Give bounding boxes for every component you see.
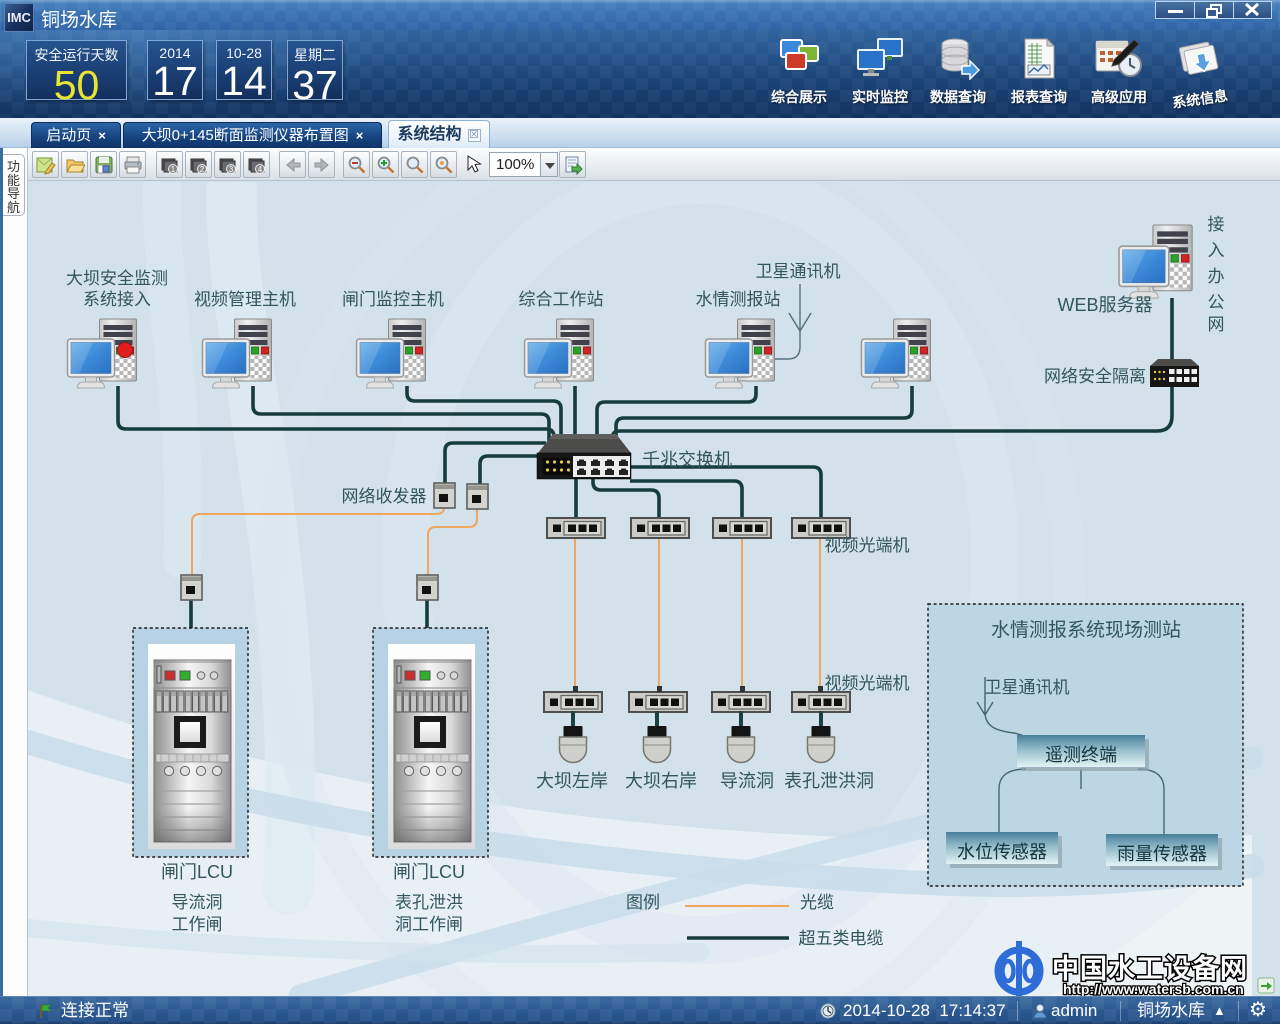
svg-text:千兆交换机: 千兆交换机 bbox=[642, 450, 732, 470]
svg-text:系统接入: 系统接入 bbox=[83, 290, 151, 309]
svg-text:工作闸: 工作闸 bbox=[172, 915, 223, 934]
svg-text:大坝右岸: 大坝右岸 bbox=[625, 771, 697, 791]
svg-text:卫星通讯机: 卫星通讯机 bbox=[985, 678, 1070, 697]
svg-text:水情测报站: 水情测报站 bbox=[696, 290, 781, 309]
svg-text:图例: 图例 bbox=[626, 893, 660, 912]
svg-text:视频光端机: 视频光端机 bbox=[825, 536, 910, 555]
svg-text:接: 接 bbox=[1208, 215, 1225, 234]
svg-text:4: 4 bbox=[258, 165, 263, 174]
svg-text:网络安全隔离: 网络安全隔离 bbox=[1044, 367, 1146, 386]
svg-text:光缆: 光缆 bbox=[800, 893, 834, 912]
svg-text:超五类电缆: 超五类电缆 bbox=[799, 929, 884, 948]
svg-text:办: 办 bbox=[1208, 267, 1225, 286]
svg-text:导流洞: 导流洞 bbox=[172, 893, 223, 912]
svg-text:网络收发器: 网络收发器 bbox=[342, 487, 427, 506]
svg-text:中国水工设备网: 中国水工设备网 bbox=[1052, 954, 1248, 984]
svg-text:水位传感器: 水位传感器 bbox=[957, 842, 1047, 862]
svg-text:表孔泄洪: 表孔泄洪 bbox=[395, 893, 463, 912]
svg-text:遥测终端: 遥测终端 bbox=[1045, 745, 1117, 765]
svg-text:大坝安全监测: 大坝安全监测 bbox=[66, 269, 168, 288]
svg-text:公: 公 bbox=[1208, 293, 1225, 312]
svg-text:闸门监控主机: 闸门监控主机 bbox=[342, 290, 444, 309]
svg-text:1: 1 bbox=[171, 165, 176, 174]
svg-text:视频管理主机: 视频管理主机 bbox=[194, 290, 296, 309]
svg-text:洞工作闸: 洞工作闸 bbox=[395, 915, 463, 934]
svg-text:http://www.watersb.com.cn: http://www.watersb.com.cn bbox=[1063, 981, 1244, 996]
svg-text:水情测报系统现场测站: 水情测报系统现场测站 bbox=[991, 619, 1181, 641]
svg-text:2: 2 bbox=[200, 165, 205, 174]
svg-text:卫星通讯机: 卫星通讯机 bbox=[756, 262, 841, 281]
svg-text:网: 网 bbox=[1208, 315, 1225, 334]
svg-text:闸门LCU: 闸门LCU bbox=[393, 862, 465, 882]
svg-text:导流洞: 导流洞 bbox=[720, 771, 774, 791]
svg-text:3: 3 bbox=[229, 165, 234, 174]
svg-text:视频光端机: 视频光端机 bbox=[825, 674, 910, 693]
svg-text:综合工作站: 综合工作站 bbox=[519, 290, 604, 309]
svg-text:表孔泄洪洞: 表孔泄洪洞 bbox=[784, 771, 874, 791]
svg-text:闸门LCU: 闸门LCU bbox=[161, 862, 233, 882]
svg-text:WEB服务器: WEB服务器 bbox=[1057, 295, 1152, 315]
svg-text:大坝左岸: 大坝左岸 bbox=[536, 771, 608, 791]
svg-text:雨量传感器: 雨量传感器 bbox=[1117, 844, 1207, 864]
svg-text:入: 入 bbox=[1208, 241, 1225, 260]
